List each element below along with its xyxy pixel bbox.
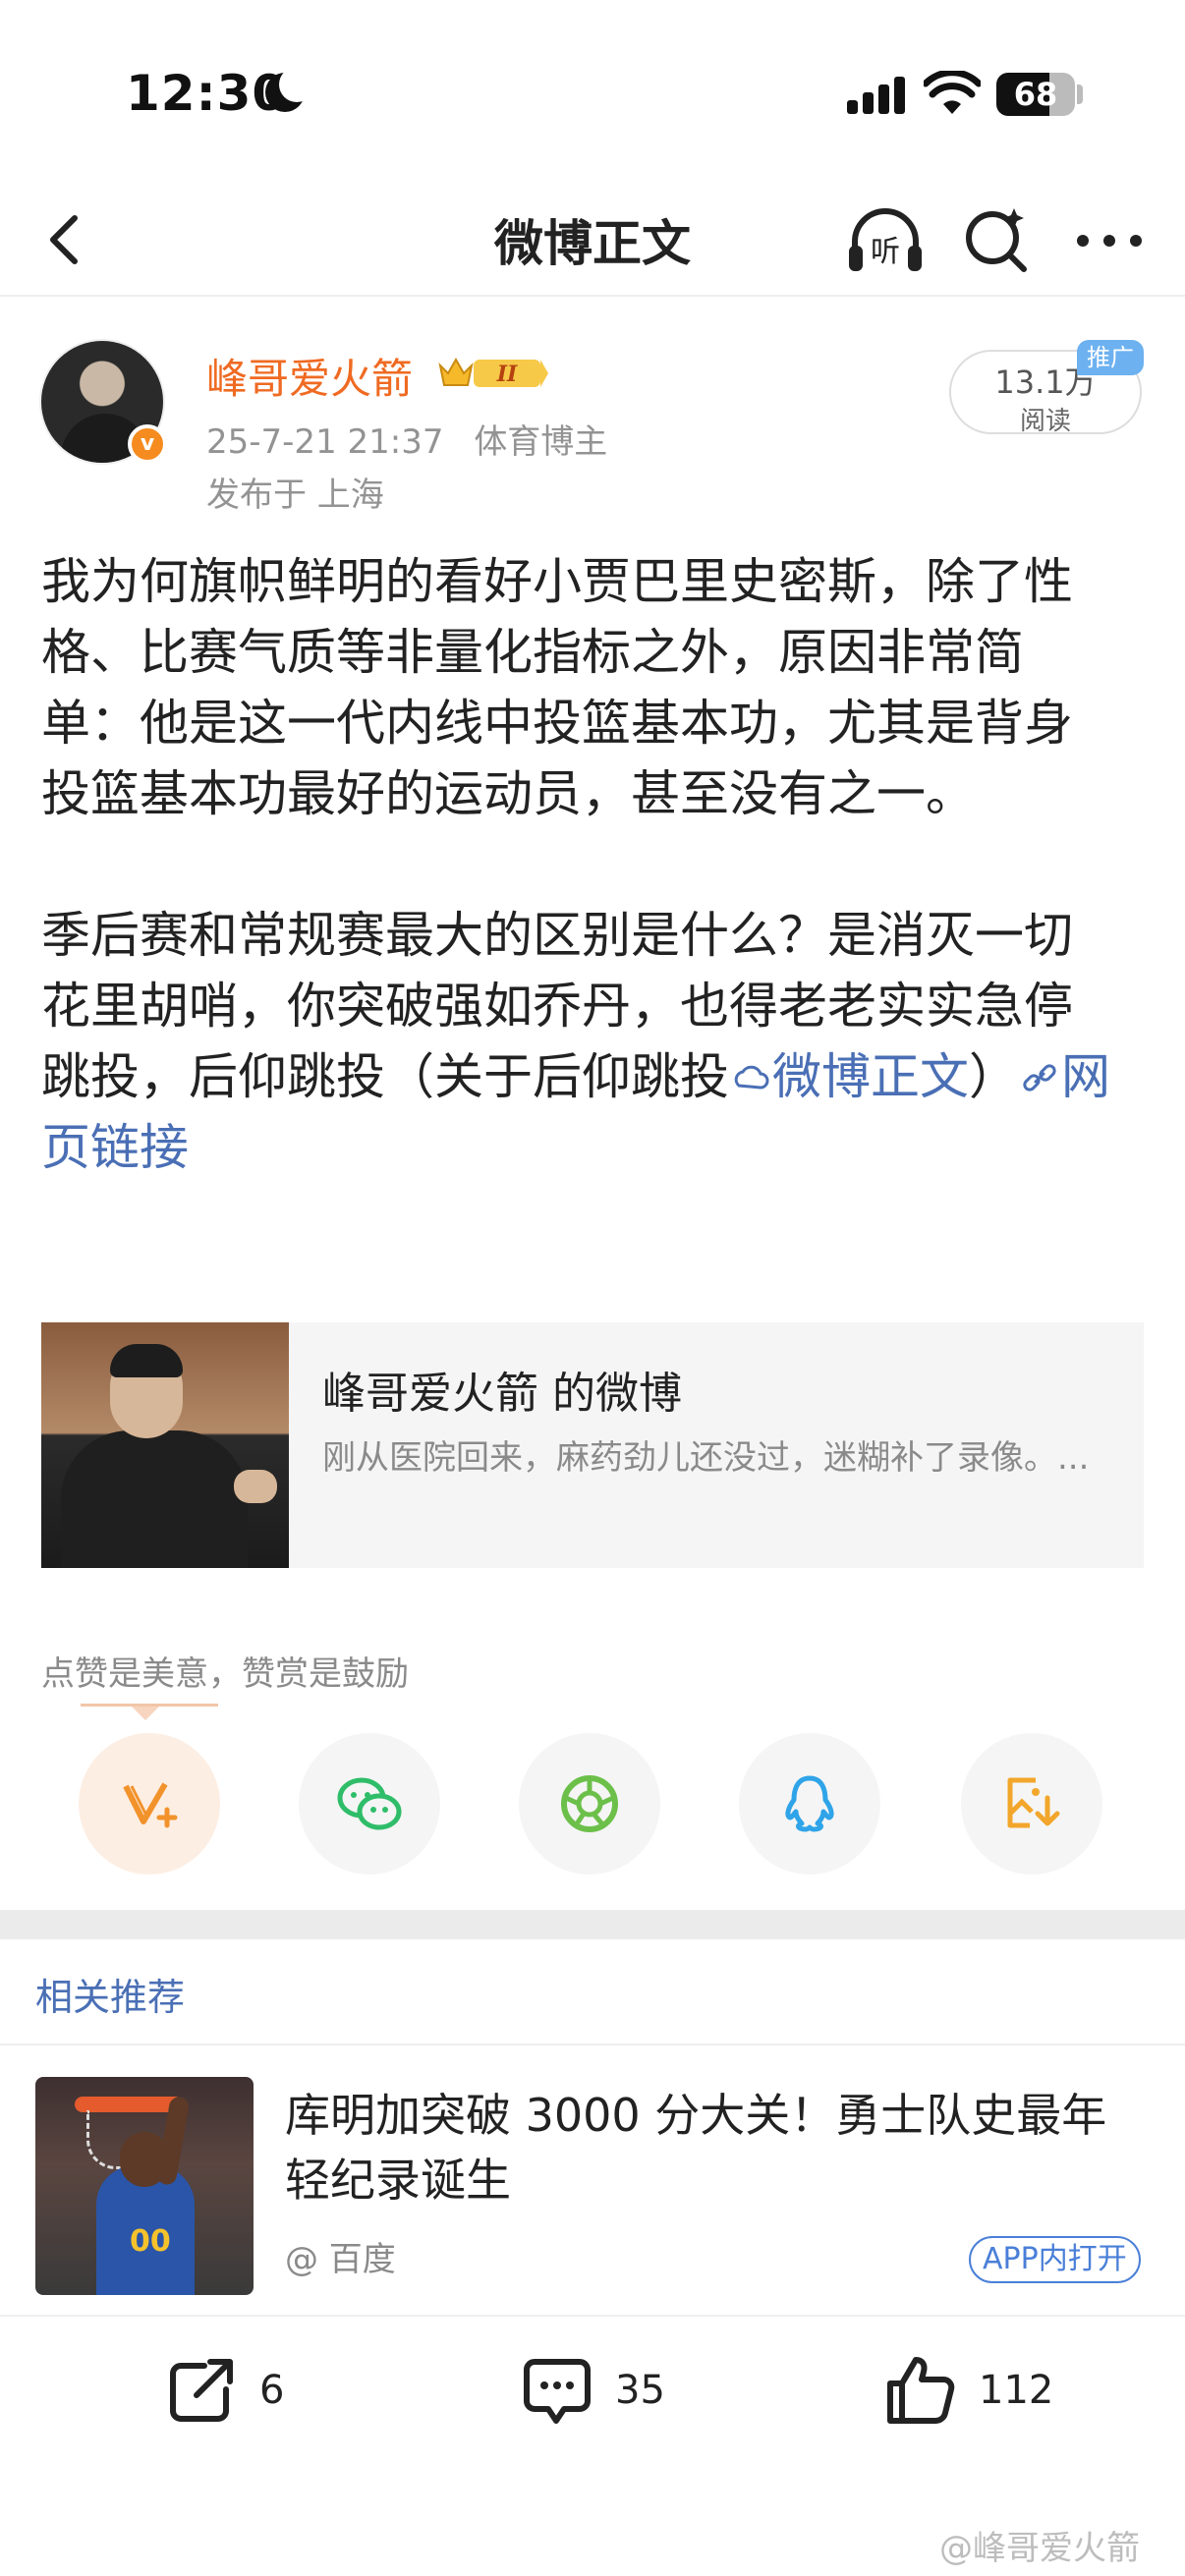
member-crown-badge-icon[interactable]: II [436,352,550,393]
comment-icon [524,2359,591,2424]
share-row [0,1733,1185,1875]
referenced-post-excerpt: 刚从医院回来，麻药劲儿还没过，迷糊补了录像。... [322,1438,1090,1478]
chain-link-icon [1023,1064,1056,1092]
status-time: 12:30 [126,65,288,122]
post-paragraph-2-close: ） [969,1048,1018,1105]
search-icon[interactable] [953,196,1042,285]
wifi-icon [924,71,981,114]
promo-tag: 推广 [1077,340,1144,375]
post-date: 25-7-21 21:37 [206,422,444,462]
jersey-number: 00 [130,2224,171,2259]
status-bar: 12:30 68 [0,0,1185,187]
post-body: 我为何旗帜鲜明的看好小贾巴里史密斯，除了性格、比赛气质等非量化指标之外，原因非常… [41,546,1112,1254]
reward-v-plus-icon [123,1782,178,1828]
share-qq-button[interactable] [739,1733,880,1875]
author-role: 体育博主 [474,422,608,462]
listen-label: 听 [871,235,900,269]
moments-icon [561,1775,618,1832]
cellular-signal-icon [847,75,906,114]
wechat-icon [337,1777,402,1830]
share-moments-button[interactable] [519,1733,660,1875]
reward-prompt: 点赞是美意，赞赏是鼓励 [41,1654,409,1694]
author-name[interactable]: 峰哥爱火箭 [206,346,413,406]
bottom-bar-divider [0,2315,1185,2317]
repost-icon [170,2359,233,2422]
comment-count: 35 [615,2368,665,2413]
section-divider [0,1910,1185,1939]
battery-percent: 68 [1013,76,1058,113]
nav-bar: 微博正文 听 [0,187,1185,297]
post-paragraph-1: 我为何旗帜鲜明的看好小贾巴里史密斯，除了性格、比赛气质等非量化指标之外，原因非常… [41,553,1073,822]
share-wechat-button[interactable] [299,1733,440,1875]
referenced-post-title: 峰哥爱火箭 的微博 [322,1369,682,1419]
post-location: 发布于 上海 [206,476,384,515]
weibo-link-label: 微博正文 [772,1048,969,1105]
post-paragraph-2: 季后赛和常规赛最大的区别是什么？是消灭一切花里胡哨，你突破强如乔丹，也得老老实实… [41,900,1112,1183]
weibo-link-icon [734,1065,769,1090]
member-level: II [496,362,518,387]
weibo-text-link[interactable]: 微博正文 [729,1048,969,1105]
battery-tip [1077,84,1083,104]
verified-badge-icon: v [128,424,167,464]
battery-indicator: 68 [996,73,1075,116]
reward-button[interactable] [79,1733,220,1875]
related-section-title: 相关推荐 [35,1976,186,2019]
save-image-button[interactable] [961,1733,1102,1875]
related-headline[interactable]: 库明加突破 3000 分大关！勇士队史最年轻纪录诞生 [285,2083,1130,2212]
listen-headphones-icon[interactable]: 听 [841,196,930,285]
more-options-icon[interactable] [1065,196,1154,285]
reward-pointer [132,1707,159,1720]
read-label: 阅读 [1019,407,1071,436]
referenced-post-image [41,1322,289,1568]
divider [0,2044,1185,2045]
referenced-post-card[interactable]: 峰哥爱火箭 的微博 刚从医院回来，麻药劲儿还没过，迷糊补了录像。... [41,1322,1144,1568]
watermark: @峰哥爱火箭 [939,2529,1140,2568]
repost-count: 6 [259,2368,285,2413]
like-thumb-icon [887,2357,955,2424]
moon-icon [265,67,314,112]
post-meta: 25-7-21 21:37 体育博主 [206,415,627,463]
related-thumbnail[interactable]: 00 [35,2077,254,2295]
qq-icon [785,1775,834,1832]
related-source: @ 百度 [285,2240,396,2279]
open-in-app-button[interactable]: APP内打开 [969,2236,1141,2283]
save-image-icon [1007,1777,1060,1828]
like-count: 112 [979,2368,1054,2413]
